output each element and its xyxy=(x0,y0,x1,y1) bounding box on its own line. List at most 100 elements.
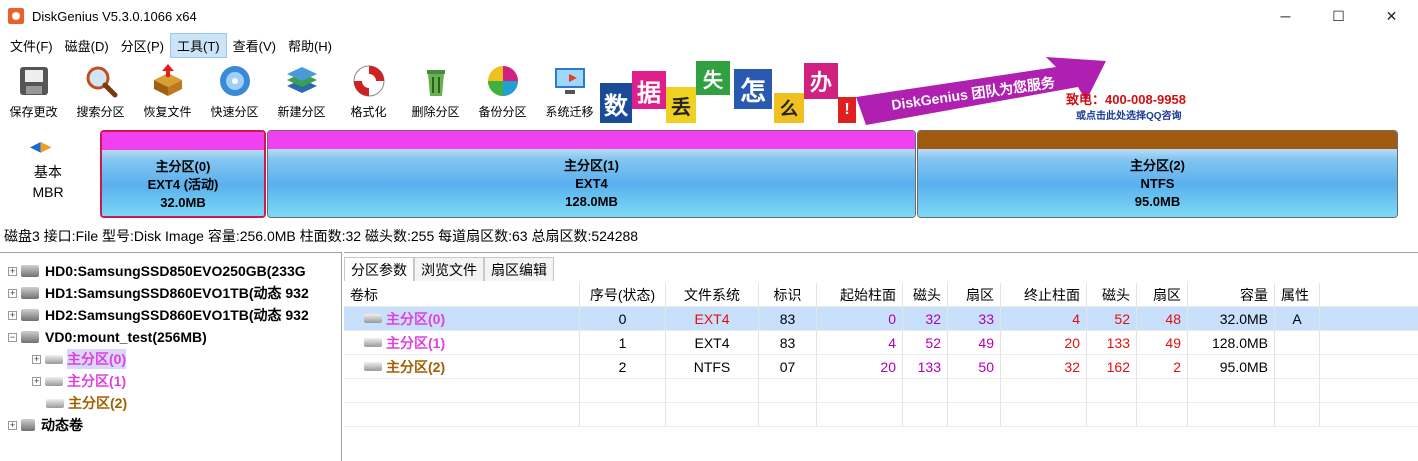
minimize-button[interactable]: ─ xyxy=(1259,0,1312,32)
menu-bar: 文件(F) 磁盘(D) 分区(P) 工具(T) 查看(V) 帮助(H) xyxy=(0,32,1418,59)
system-migration-button[interactable]: 系统迁移 xyxy=(536,59,603,127)
collapse-icon[interactable]: − xyxy=(8,332,17,342)
expand-icon[interactable]: + xyxy=(8,310,17,320)
close-button[interactable]: ✕ xyxy=(1365,0,1418,32)
col-index[interactable]: 序号(状态) xyxy=(580,282,666,307)
disk-tree: + HD0:SamsungSSD850EVO250GB(233G + HD1:S… xyxy=(0,252,342,461)
empty-row xyxy=(344,402,1418,427)
banner-char: 办 xyxy=(804,63,838,99)
banner-char: 么 xyxy=(774,93,804,123)
window-title: DiskGenius V5.3.0.1066 x64 xyxy=(32,8,197,24)
tree-disk-hd2[interactable]: + HD2:SamsungSSD860EVO1TB(动态 932 xyxy=(8,304,340,326)
menu-view[interactable]: 查看(V) xyxy=(227,34,282,57)
menu-file[interactable]: 文件(F) xyxy=(4,34,59,57)
menu-partition[interactable]: 分区(P) xyxy=(115,34,170,57)
recover-icon xyxy=(151,64,185,98)
tab-sector-edit[interactable]: 扇区编辑 xyxy=(484,257,554,281)
col-label[interactable]: 卷标 xyxy=(344,282,580,307)
tab-bar: 分区参数 浏览文件 扇区编辑 xyxy=(344,257,554,281)
col-start-sector[interactable]: 扇区 xyxy=(948,282,1001,307)
partition-fs: EXT4 xyxy=(575,176,608,191)
partition-size: 95.0MB xyxy=(1134,194,1181,209)
ad-banner[interactable]: 数 据 丢 失 怎 么 办 ! DiskGenius 团队为您服务 致电：400… xyxy=(598,57,1210,125)
col-end-cyl[interactable]: 终止柱面 xyxy=(1001,282,1087,307)
tree-disk-vd0[interactable]: − VD0:mount_test(256MB) xyxy=(8,326,340,348)
backup-partition-button[interactable]: 备份分区 xyxy=(469,59,536,127)
disc-icon xyxy=(218,64,252,98)
partition-fs: NTFS xyxy=(1140,176,1175,191)
col-end-head[interactable]: 磁头 xyxy=(1087,282,1137,307)
partition-fs: EXT4 (活动) xyxy=(147,177,219,192)
partition-size: 32.0MB xyxy=(160,195,206,210)
app-icon xyxy=(8,8,24,24)
partition-block-1[interactable]: 主分区(1) EXT4 128.0MB xyxy=(267,130,916,218)
pie-icon xyxy=(486,64,520,98)
partition-table: 卷标 序号(状态) 文件系统 标识 起始柱面 磁头 扇区 终止柱面 磁头 扇区 … xyxy=(344,282,1418,427)
table-row[interactable]: 主分区(1) 1 EXT4 83 4 52 49 20 133 49 128.0… xyxy=(344,330,1418,355)
partition-name: 主分区(2) xyxy=(1130,158,1185,173)
tree-partition-0[interactable]: + 主分区(0) xyxy=(32,348,127,370)
hdd-icon xyxy=(21,419,35,431)
tree-partition-1[interactable]: + 主分区(1) xyxy=(32,370,126,392)
maximize-button[interactable]: ☐ xyxy=(1312,0,1365,32)
banner-char: 失 xyxy=(696,61,730,95)
empty-row xyxy=(344,378,1418,403)
expand-icon[interactable]: + xyxy=(8,288,17,298)
partition-name: 主分区(1) xyxy=(564,158,619,173)
partition-icon xyxy=(45,376,63,386)
quick-partition-button[interactable]: 快速分区 xyxy=(201,59,268,127)
trash-icon xyxy=(419,64,453,98)
tree-disk-hd0[interactable]: + HD0:SamsungSSD850EVO250GB(233G xyxy=(8,260,340,282)
col-capacity[interactable]: 容量 xyxy=(1188,282,1275,307)
menu-help[interactable]: 帮助(H) xyxy=(282,34,338,57)
disk-type: 基本 MBR xyxy=(32,164,64,200)
hdd-icon xyxy=(21,287,39,299)
table-header: 卷标 序号(状态) 文件系统 标识 起始柱面 磁头 扇区 终止柱面 磁头 扇区 … xyxy=(344,282,1418,307)
prev-disk-icon[interactable]: ◀ xyxy=(30,138,41,154)
partition-name: 主分区(0) xyxy=(155,159,211,174)
table-row[interactable]: 主分区(0) 0 EXT4 83 0 32 33 4 52 48 32.0MB … xyxy=(344,306,1418,331)
partition-icon xyxy=(46,398,64,408)
right-pane: 分区参数 浏览文件 扇区编辑 卷标 序号(状态) 文件系统 标识 起始柱面 磁头… xyxy=(344,252,1418,461)
tree-partition-2[interactable]: 主分区(2) xyxy=(46,392,127,414)
hdd-icon xyxy=(21,265,39,277)
partition-icon xyxy=(364,338,382,347)
save-changes-button[interactable]: 保存更改 xyxy=(0,59,67,127)
menu-tools[interactable]: 工具(T) xyxy=(170,33,227,58)
hdd-icon xyxy=(21,309,39,321)
col-end-sector[interactable]: 扇区 xyxy=(1137,282,1188,307)
tree-dynamic-volume[interactable]: + 动态卷 xyxy=(8,414,83,436)
tab-browse-files[interactable]: 浏览文件 xyxy=(414,257,484,281)
expand-icon[interactable]: + xyxy=(8,266,17,276)
partition-block-2[interactable]: 主分区(2) NTFS 95.0MB xyxy=(917,130,1398,218)
menu-disk[interactable]: 磁盘(D) xyxy=(59,34,115,57)
partition-block-0[interactable]: 主分区(0) EXT4 (活动) 32.0MB xyxy=(100,130,266,218)
search-partition-button[interactable]: 搜索分区 xyxy=(67,59,134,127)
tab-partition-params[interactable]: 分区参数 xyxy=(344,257,414,281)
save-icon xyxy=(17,64,51,98)
new-partition-button[interactable]: 新建分区 xyxy=(268,59,335,127)
partition-icon xyxy=(364,314,382,323)
partition-icon xyxy=(364,362,382,371)
expand-icon[interactable]: + xyxy=(32,354,41,364)
recover-files-button[interactable]: 恢复文件 xyxy=(134,59,201,127)
partition-icon xyxy=(45,354,63,364)
expand-icon[interactable]: + xyxy=(32,376,41,386)
col-start-head[interactable]: 磁头 xyxy=(903,282,948,307)
col-fs[interactable]: 文件系统 xyxy=(666,282,759,307)
next-disk-icon[interactable]: ▶ xyxy=(41,138,52,154)
expand-icon[interactable]: + xyxy=(8,420,17,430)
tree-disk-hd1[interactable]: + HD1:SamsungSSD860EVO1TB(动态 932 xyxy=(8,282,340,304)
banner-char: ! xyxy=(838,97,856,123)
title-bar: DiskGenius V5.3.0.1066 x64 ─ ☐ ✕ xyxy=(0,0,1418,32)
format-button[interactable]: 格式化 xyxy=(335,59,402,127)
col-attr[interactable]: 属性 xyxy=(1275,282,1320,307)
col-start-cyl[interactable]: 起始柱面 xyxy=(817,282,903,307)
table-row[interactable]: 主分区(2) 2 NTFS 07 20 133 50 32 162 2 95.0… xyxy=(344,354,1418,379)
hdd-icon xyxy=(21,331,39,343)
lifebuoy-icon xyxy=(352,64,386,98)
migrate-icon xyxy=(553,64,587,98)
col-id[interactable]: 标识 xyxy=(759,282,817,307)
delete-partition-button[interactable]: 删除分区 xyxy=(402,59,469,127)
disk-nav[interactable]: ◀▶ xyxy=(30,138,52,155)
